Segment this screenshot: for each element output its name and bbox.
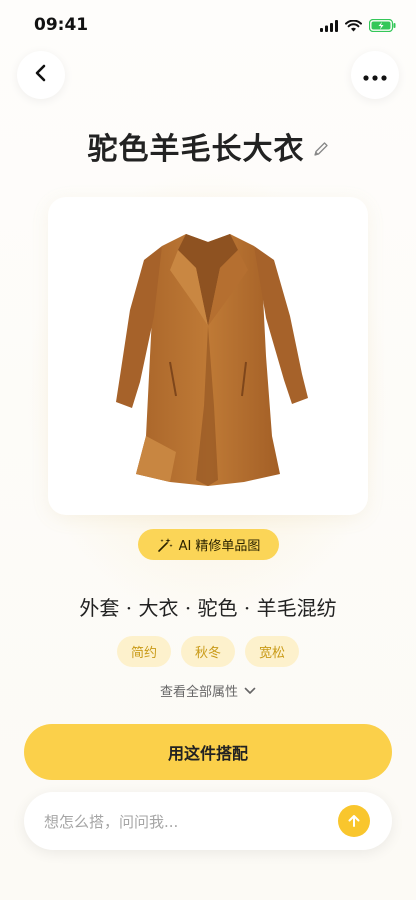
view-all-label: 查看全部属性 <box>159 685 238 700</box>
status-bar: 09:41 <box>0 0 416 50</box>
tag-item[interactable]: 简约 <box>116 636 171 667</box>
product-image-card[interactable] <box>48 197 368 515</box>
status-time: 09:41 <box>34 15 89 35</box>
chat-bar <box>24 792 392 852</box>
battery-charging-icon <box>368 17 396 36</box>
tag-item[interactable]: 秋冬 <box>180 636 235 667</box>
chevron-down-icon <box>244 687 256 695</box>
item-title: 驼色羊毛长大衣 <box>87 132 305 167</box>
status-icons <box>320 17 396 36</box>
chevron-left-icon <box>33 64 49 86</box>
tag-item[interactable]: 宽松 <box>245 636 300 667</box>
wifi-icon <box>345 17 362 36</box>
view-all-attributes-link[interactable]: 查看全部属性 <box>0 681 416 700</box>
more-button[interactable] <box>351 51 399 99</box>
tag-list: 简约 秋冬 宽松 <box>0 636 416 667</box>
arrow-up-icon <box>346 813 362 829</box>
back-button[interactable] <box>17 51 65 99</box>
attributes-line: 外套 · 大衣 · 驼色 · 羊毛混纺 <box>79 596 337 620</box>
signal-icon <box>320 17 338 36</box>
magic-wand-icon <box>157 537 173 553</box>
ai-badge-label: AI 精修单品图 <box>178 539 261 554</box>
chat-input[interactable] <box>42 792 336 852</box>
more-dots-icon <box>363 66 387 85</box>
title-row: 驼色羊毛长大衣 <box>0 124 416 168</box>
ai-retouch-button[interactable]: AI 精修单品图 <box>138 529 279 560</box>
send-button[interactable] <box>338 805 370 837</box>
pencil-icon[interactable] <box>313 141 329 157</box>
coat-image <box>116 234 308 486</box>
use-this-item-button[interactable]: 用这件搭配 <box>24 724 392 780</box>
